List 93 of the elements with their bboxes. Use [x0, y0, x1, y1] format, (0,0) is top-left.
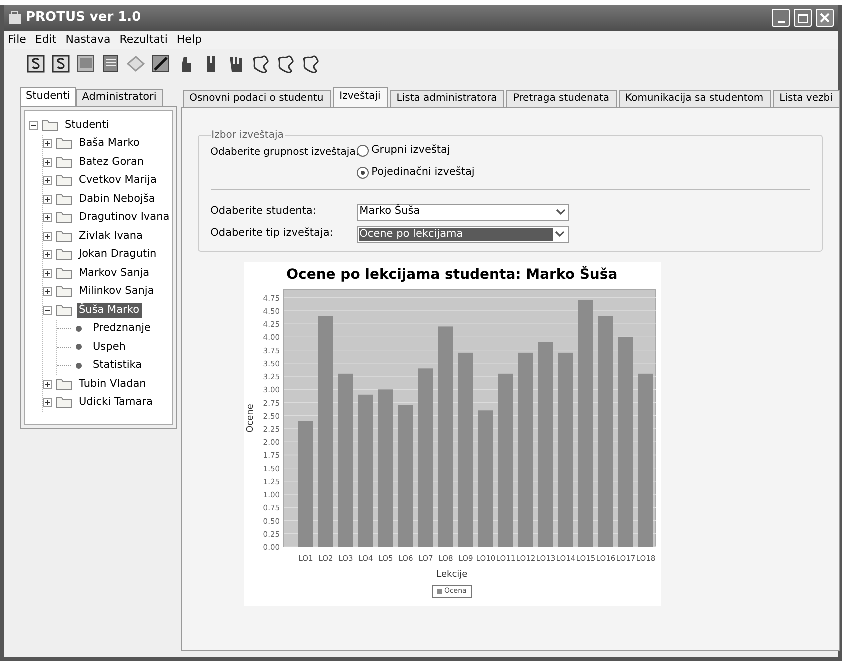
menu-item[interactable]: Help [176, 32, 202, 48]
tree-item[interactable]: Šuša Marko [77, 302, 142, 318]
menu-item[interactable]: File [8, 32, 26, 48]
radio-label: Grupni izveštaj [372, 143, 450, 158]
menu-item[interactable]: Edit [35, 32, 57, 48]
student-dropdown[interactable]: Marko Šuša [356, 204, 569, 220]
tree-item[interactable]: Jokan Dragutin [77, 247, 159, 262]
close-button[interactable] [816, 9, 834, 27]
x-axis-label: Lekcije [436, 568, 468, 580]
radio-button[interactable] [356, 166, 369, 179]
plus-icon [44, 214, 51, 222]
bullet-icon [75, 343, 83, 352]
folder-icon [56, 230, 73, 243]
folder-icon [42, 118, 59, 132]
y-axis-label: Ocene [246, 404, 256, 432]
menu-item[interactable]: Nastava [66, 32, 111, 48]
plus-icon [44, 177, 51, 184]
expand-toggle[interactable] [43, 158, 52, 167]
app-icon [8, 11, 22, 25]
chart-icon[interactable] [151, 54, 171, 74]
folder-icon [56, 378, 73, 391]
folder-icon [56, 156, 73, 169]
tree-item[interactable]: Tubin Vladan [77, 376, 148, 392]
tree-item[interactable]: Studenti [63, 118, 112, 133]
tree-item[interactable]: Dragutinov Ivana [77, 210, 172, 226]
field-label: Odaberite grupnost izveštaja: [210, 146, 357, 160]
menu-item[interactable]: Rezultati [120, 32, 168, 48]
plus-icon [44, 288, 51, 296]
plus-icon [44, 399, 51, 406]
tab[interactable]: Lista administratora [390, 90, 504, 107]
field-label: Odaberite tip izveštaja: [210, 226, 334, 242]
tree-item[interactable]: Batez Goran [77, 154, 146, 170]
folder-icon [56, 192, 73, 206]
plus-icon [44, 232, 51, 240]
tab[interactable]: Studenti [20, 87, 76, 106]
tree-item[interactable]: Zivlak Ivana [77, 228, 145, 244]
folder-icon [56, 396, 73, 410]
picture-icon[interactable] [76, 54, 96, 74]
tab[interactable]: Komunikacija sa studentom [618, 90, 771, 107]
bullet-icon [75, 324, 83, 333]
plus-icon [44, 140, 51, 148]
folder-icon [56, 285, 73, 298]
letter-icon[interactable] [51, 54, 71, 74]
expand-toggle[interactable] [43, 232, 52, 241]
maximize-button[interactable] [794, 9, 812, 27]
report-type-dropdown[interactable]: Ocene po lekcijama [356, 226, 569, 242]
folder-icon [56, 211, 73, 224]
minimize-button[interactable] [772, 9, 790, 27]
letter-icon[interactable] [26, 54, 46, 74]
tree-item[interactable]: Markov Sanja [77, 266, 152, 281]
document-icon[interactable] [101, 54, 121, 74]
expand-toggle[interactable] [43, 380, 52, 389]
plus-icon [44, 158, 51, 166]
radio-button[interactable] [356, 144, 369, 157]
bullet-icon [75, 362, 83, 370]
folder-icon [56, 137, 73, 150]
tab[interactable]: Osnovni podaci o studentu [182, 90, 331, 107]
plus-icon [44, 270, 51, 277]
plus-icon [44, 251, 51, 258]
folder-icon [56, 174, 73, 188]
tab[interactable]: Izveštaji [332, 87, 388, 107]
tab[interactable]: Pretraga studenata [506, 90, 617, 107]
field-label: Odaberite studenta: [210, 204, 318, 220]
expand-toggle[interactable] [43, 139, 52, 148]
window-title: PROTUS ver 1.0 [26, 9, 142, 28]
folder-icon [56, 304, 73, 317]
expand-toggle[interactable] [43, 194, 52, 204]
chart-title: Ocene po lekcijama studenta: Marko Šuša [286, 266, 618, 284]
tab[interactable]: Lista vezbi [772, 90, 840, 107]
group-title: Izbor izveštaja [210, 129, 285, 143]
plus-icon [44, 196, 51, 203]
tree-item[interactable]: Predznanje [91, 321, 153, 336]
expand-toggle[interactable] [43, 398, 52, 408]
tab[interactable]: Administratori [76, 89, 163, 106]
tree-item[interactable]: Dabin Nebojša [77, 192, 158, 207]
tree-item[interactable]: Milinkov Sanja [77, 284, 156, 300]
plus-icon [44, 380, 51, 388]
tree-item[interactable]: Cvetkov Marija [77, 173, 159, 188]
tree-item[interactable]: Uspeh [91, 340, 128, 355]
expand-toggle[interactable] [43, 250, 52, 260]
collapse-toggle[interactable] [29, 120, 38, 130]
expand-toggle[interactable] [43, 176, 52, 186]
expand-toggle[interactable] [43, 268, 52, 278]
expand-toggle[interactable] [43, 287, 52, 296]
tree-item[interactable]: Baša Marko [77, 136, 142, 152]
folder-icon [56, 266, 73, 280]
collapse-toggle[interactable] [43, 306, 52, 315]
tree-item[interactable]: Udicki Tamara [77, 395, 155, 410]
expand-toggle[interactable] [43, 213, 52, 222]
radio-label: Pojedinačni izveštaj [372, 164, 475, 180]
tree-item[interactable]: Statistika [91, 358, 144, 374]
folder-icon [56, 248, 73, 262]
close-icon [820, 13, 830, 23]
